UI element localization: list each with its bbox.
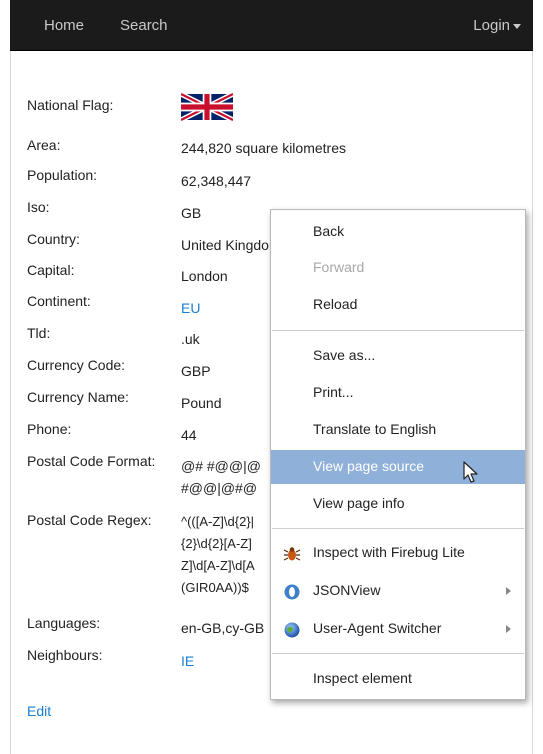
menu-print[interactable]: Print...	[271, 376, 525, 410]
continent-label: Continent:	[27, 293, 91, 309]
menu-translate[interactable]: Translate to English	[271, 413, 525, 447]
neighbours-label: Neighbours:	[27, 647, 103, 663]
menu-view-source[interactable]: View page source	[271, 450, 525, 484]
menu-forward-label: Forward	[313, 259, 365, 275]
neighbours-link[interactable]: IE	[181, 651, 194, 671]
currency-name-value: Pound	[181, 395, 222, 411]
phone-value: 44	[181, 427, 197, 443]
postal-regex-line-3: Z]\d[A-Z]\d[A	[181, 558, 255, 573]
menu-firebug[interactable]: Inspect with Firebug Lite	[271, 536, 525, 570]
currency-code-value: GBP	[181, 363, 211, 379]
menu-view-info[interactable]: View page info	[271, 487, 525, 521]
phone-label: Phone:	[27, 421, 72, 437]
menu-forward: Forward	[271, 251, 525, 285]
capital-label: Capital:	[27, 262, 75, 278]
nav-login-dropdown[interactable]: Login	[473, 16, 521, 36]
menu-separator	[272, 330, 524, 331]
languages-label: Languages:	[27, 615, 101, 631]
edit-link[interactable]: Edit	[27, 703, 51, 719]
top-navbar: Home Search Login	[10, 0, 533, 51]
capital-value: London	[181, 268, 228, 284]
chevron-right-icon	[506, 587, 511, 595]
currency-code-label: Currency Code:	[27, 357, 126, 373]
menu-reload-label: Reload	[313, 296, 358, 312]
menu-reload[interactable]: Reload	[271, 288, 525, 322]
postal-regex-line-2: {2}\d{2}[A-Z]	[181, 536, 252, 551]
currency-name-label: Currency Name:	[27, 389, 129, 405]
postal-format-line-1: @# #@@|@	[181, 458, 261, 474]
menu-print-label: Print...	[313, 384, 354, 400]
menu-ua-switcher[interactable]: User-Agent Switcher	[271, 612, 525, 646]
menu-view-info-label: View page info	[313, 495, 405, 511]
menu-back[interactable]: Back	[271, 215, 525, 249]
nav-search-link[interactable]: Search	[120, 16, 168, 36]
menu-inspect-element-label: Inspect element	[313, 670, 412, 686]
area-label: Area:	[27, 137, 61, 153]
menu-firebug-label: Inspect with Firebug Lite	[313, 544, 465, 560]
tld-value: .uk	[181, 331, 200, 347]
menu-jsonview-label: JSONView	[313, 582, 381, 598]
postal-format-line-2: #@@|@#@	[181, 480, 258, 496]
globe-icon	[284, 622, 300, 638]
country-label: Country:	[27, 231, 80, 247]
nav-login-label: Login	[473, 17, 510, 34]
area-value: 244,820 square kilometres	[181, 140, 346, 156]
menu-separator	[272, 653, 524, 654]
menu-back-label: Back	[313, 223, 345, 239]
menu-save-as[interactable]: Save as...	[271, 339, 525, 373]
menu-save-as-label: Save as...	[313, 347, 376, 363]
iso-value: GB	[181, 205, 202, 221]
menu-ua-switcher-label: User-Agent Switcher	[313, 620, 442, 636]
menu-inspect-element[interactable]: Inspect element	[271, 662, 525, 696]
nav-home-link[interactable]: Home	[44, 16, 84, 36]
chevron-right-icon	[506, 625, 511, 633]
population-value: 62,348,447	[181, 173, 252, 189]
firebug-icon	[283, 547, 301, 561]
menu-view-source-label: View page source	[313, 458, 425, 474]
jsonview-icon	[284, 584, 300, 600]
menu-translate-label: Translate to English	[313, 421, 437, 437]
postal-format-label: Postal Code Format:	[27, 453, 156, 469]
caret-down-icon	[513, 23, 521, 29]
postal-regex-line-4: (GIR0AA))$	[181, 580, 249, 595]
postal-regex-line-1: ^(([A-Z]\d{2}|	[181, 514, 255, 529]
flag-label: National Flag:	[27, 97, 114, 113]
iso-label: Iso:	[27, 199, 50, 215]
languages-value: en-GB,cy-GB	[181, 620, 265, 636]
mouse-cursor-icon	[463, 461, 478, 483]
menu-jsonview[interactable]: JSONView	[271, 574, 525, 608]
continent-link[interactable]: EU	[181, 298, 200, 318]
population-label: Population:	[27, 167, 98, 183]
uk-flag-icon	[181, 91, 233, 123]
postal-regex-label: Postal Code Regex:	[27, 512, 152, 528]
menu-separator	[272, 528, 524, 529]
context-menu: Back Forward Reload Save as... Print... …	[270, 209, 526, 700]
country-value: United Kingdom	[181, 237, 281, 253]
tld-label: Tld:	[27, 325, 51, 341]
